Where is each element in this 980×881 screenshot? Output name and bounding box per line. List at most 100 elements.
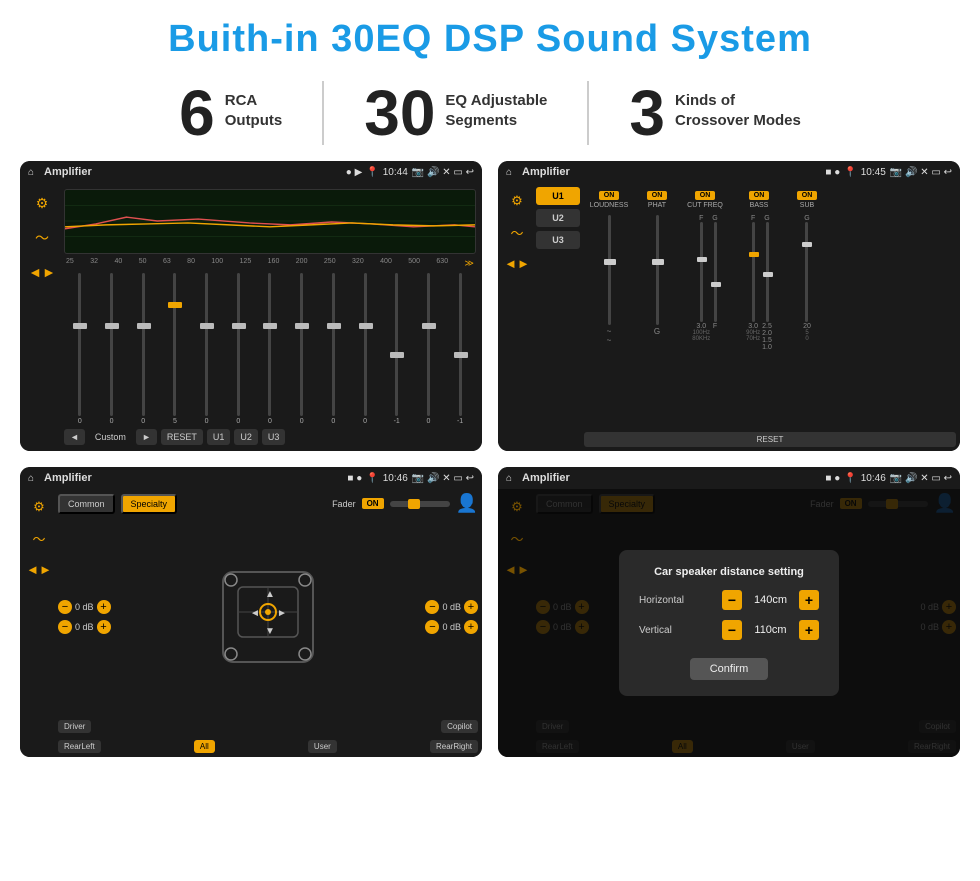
stats-bar: 6 RCA Outputs 30 EQ Adjustable Segments … bbox=[0, 73, 980, 161]
eq-slider-6[interactable]: 0 bbox=[231, 273, 245, 425]
driver-btn[interactable]: Driver bbox=[58, 720, 91, 733]
home-icon-1[interactable]: ⌂ bbox=[28, 167, 34, 178]
stat-rca: 6 RCA Outputs bbox=[139, 81, 324, 145]
fader-slider[interactable] bbox=[390, 501, 450, 507]
amp-filter-icon[interactable]: ⚙ bbox=[511, 193, 523, 209]
tl-plus-btn[interactable]: + bbox=[97, 600, 111, 614]
amp-u1-btn[interactable]: U1 bbox=[536, 187, 580, 205]
br-plus-btn[interactable]: + bbox=[464, 620, 478, 634]
eq-filter-icon[interactable]: ⚙ bbox=[36, 195, 49, 212]
eq-wave-icon[interactable]: 〜 bbox=[35, 228, 49, 248]
vertical-minus-btn[interactable]: − bbox=[722, 620, 742, 640]
eq-slider-8[interactable]: 0 bbox=[295, 273, 309, 425]
vertical-label: Vertical bbox=[639, 625, 699, 636]
tr-plus-btn[interactable]: + bbox=[464, 600, 478, 614]
dot-icons-1: ● ▶ bbox=[346, 167, 363, 178]
stat-label-cross-1: Kinds of bbox=[675, 91, 801, 111]
screen-distance: ⌂ Amplifier ■ ● 📍 10:46 📷 🔊 ✕ ▭ ↩ ⚙ 〜 ◄►… bbox=[498, 467, 960, 757]
car-diagram: ▲ ▼ ◄ ► bbox=[115, 522, 422, 712]
home-icon-4[interactable]: ⌂ bbox=[506, 473, 512, 484]
eq-reset-btn[interactable]: RESET bbox=[161, 429, 203, 445]
loudness-label: LOUDNESS bbox=[590, 202, 629, 209]
eq-prev-btn[interactable]: ◄ bbox=[64, 429, 85, 445]
tr-minus-btn[interactable]: − bbox=[425, 600, 439, 614]
confirm-button[interactable]: Confirm bbox=[690, 658, 769, 680]
stat-label-rca-1: RCA bbox=[225, 91, 283, 111]
amp-u2-btn[interactable]: U2 bbox=[536, 209, 580, 227]
stat-crossover: 3 Kinds of Crossover Modes bbox=[589, 81, 840, 145]
eq-slider-1[interactable]: 0 bbox=[73, 273, 87, 425]
amp-wave-icon[interactable]: 〜 bbox=[510, 223, 523, 242]
screen-speaker: ⌂ Amplifier ■ ● 📍 10:46 📷 🔊 ✕ ▭ ↩ ⚙ 〜 ◄►… bbox=[20, 467, 482, 757]
dot-icons-2: ■ ● bbox=[825, 167, 840, 178]
horizontal-label: Horizontal bbox=[639, 595, 699, 606]
sp-filter-icon[interactable]: ⚙ bbox=[33, 499, 45, 515]
time-1: 10:44 bbox=[383, 167, 408, 178]
specialty-tab[interactable]: Specialty bbox=[121, 494, 178, 514]
eq-slider-5[interactable]: 0 bbox=[200, 273, 214, 425]
eq-freq-labels: 2532405063 80100125160200 25032040050063… bbox=[64, 258, 476, 269]
horizontal-minus-btn[interactable]: − bbox=[722, 590, 742, 610]
stat-label-eq-2: Segments bbox=[445, 111, 547, 131]
eq-u1-btn[interactable]: U1 bbox=[207, 429, 231, 445]
sp-wave-icon[interactable]: 〜 bbox=[32, 529, 45, 548]
page-title: Buith-in 30EQ DSP Sound System bbox=[0, 0, 980, 73]
eq-slider-2[interactable]: 0 bbox=[105, 273, 119, 425]
eq-sliders: .eq-sl { display:flex;flex-direction:col… bbox=[64, 273, 476, 425]
speaker-sidebar: ⚙ 〜 ◄► bbox=[24, 493, 54, 753]
all-btn[interactable]: All bbox=[194, 740, 215, 753]
system-icons-3: 📷 🔊 ✕ ▭ ↩ bbox=[412, 473, 474, 484]
bl-minus-btn[interactable]: − bbox=[58, 620, 72, 634]
eq-slider-13[interactable]: -1 bbox=[453, 273, 467, 425]
horizontal-value: 140cm bbox=[748, 594, 793, 606]
screens-grid: ⌂ Amplifier ● ▶ 📍 10:44 📷 🔊 ✕ ▭ ↩ ⚙ 〜 ◄► bbox=[0, 161, 980, 767]
eq-slider-10[interactable]: 0 bbox=[358, 273, 372, 425]
amp-speaker-icon[interactable]: ◄► bbox=[504, 256, 530, 271]
system-icons-2: 📷 🔊 ✕ ▭ ↩ bbox=[890, 167, 952, 178]
fader-label: Fader bbox=[332, 499, 356, 509]
eq-u3-btn[interactable]: U3 bbox=[262, 429, 286, 445]
br-minus-btn[interactable]: − bbox=[425, 620, 439, 634]
eq-speaker-icon[interactable]: ◄► bbox=[28, 264, 56, 280]
rearright-btn[interactable]: RearRight bbox=[430, 740, 478, 753]
rearleft-btn[interactable]: RearLeft bbox=[58, 740, 101, 753]
bl-plus-btn[interactable]: + bbox=[97, 620, 111, 634]
status-bar-1: ⌂ Amplifier ● ▶ 📍 10:44 📷 🔊 ✕ ▭ ↩ bbox=[20, 161, 482, 183]
amp-reset-btn[interactable]: RESET bbox=[584, 432, 956, 447]
horizontal-plus-btn[interactable]: + bbox=[799, 590, 819, 610]
eq-slider-3[interactable]: 0 bbox=[136, 273, 150, 425]
dot-icons-4: ■ ● bbox=[825, 473, 840, 484]
home-icon-2[interactable]: ⌂ bbox=[506, 167, 512, 178]
eq-graph bbox=[64, 189, 476, 254]
svg-text:▼: ▼ bbox=[265, 626, 275, 637]
tl-minus-btn[interactable]: − bbox=[58, 600, 72, 614]
svg-text:►: ► bbox=[277, 608, 287, 619]
copilot-btn[interactable]: Copilot bbox=[441, 720, 478, 733]
stat-label-cross-2: Crossover Modes bbox=[675, 111, 801, 131]
dot-icons-3: ■ ● bbox=[347, 473, 362, 484]
status-bar-4: ⌂ Amplifier ■ ● 📍 10:46 📷 🔊 ✕ ▭ ↩ bbox=[498, 467, 960, 489]
sp-speaker-icon[interactable]: ◄► bbox=[26, 562, 52, 577]
eq-sidebar: ⚙ 〜 ◄► bbox=[26, 189, 58, 445]
tl-vol: 0 dB bbox=[75, 602, 94, 612]
location-icon-2: 📍 bbox=[844, 167, 856, 178]
eq-slider-9[interactable]: 0 bbox=[326, 273, 340, 425]
eq-slider-11[interactable]: -1 bbox=[390, 273, 404, 425]
eq-slider-7[interactable]: 0 bbox=[263, 273, 277, 425]
screen-eq: ⌂ Amplifier ● ▶ 📍 10:44 📷 🔊 ✕ ▭ ↩ ⚙ 〜 ◄► bbox=[20, 161, 482, 451]
eq-slider-12[interactable]: 0 bbox=[421, 273, 435, 425]
bass-label: BASS bbox=[750, 202, 769, 209]
status-bar-3: ⌂ Amplifier ■ ● 📍 10:46 📷 🔊 ✕ ▭ ↩ bbox=[20, 467, 482, 489]
common-tab[interactable]: Common bbox=[58, 494, 115, 514]
app-title-4: Amplifier bbox=[522, 472, 821, 484]
dialog-box: Car speaker distance setting Horizontal … bbox=[619, 550, 839, 696]
time-3: 10:46 bbox=[383, 473, 408, 484]
eq-slider-4[interactable]: 5 bbox=[168, 273, 182, 425]
vertical-plus-btn[interactable]: + bbox=[799, 620, 819, 640]
time-4: 10:46 bbox=[861, 473, 886, 484]
amp-u3-btn[interactable]: U3 bbox=[536, 231, 580, 249]
home-icon-3[interactable]: ⌂ bbox=[28, 473, 34, 484]
eq-play-btn[interactable]: ► bbox=[136, 429, 157, 445]
eq-u2-btn[interactable]: U2 bbox=[234, 429, 258, 445]
user-btn[interactable]: User bbox=[308, 740, 337, 753]
